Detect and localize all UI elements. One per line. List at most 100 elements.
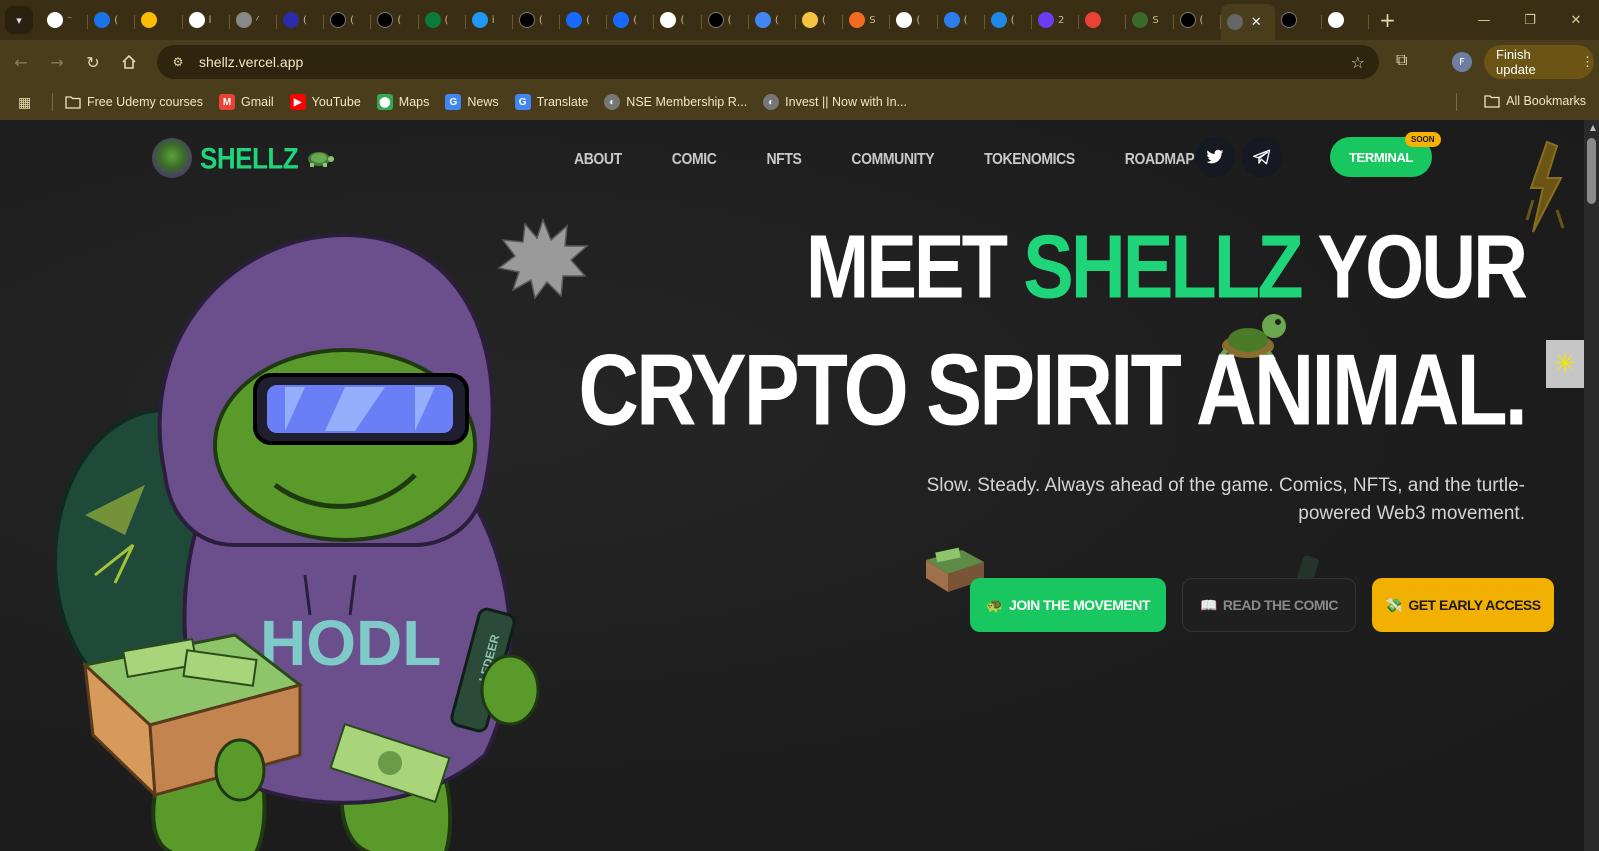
book-icon: 📖 <box>1199 596 1217 613</box>
scroll-thumb[interactable] <box>1587 138 1596 204</box>
all-bookmarks-button[interactable]: All Bookmarks <box>1484 93 1586 109</box>
tab[interactable] <box>1275 4 1323 36</box>
divider <box>52 93 53 111</box>
extensions-icon[interactable]: ⧉ <box>1396 50 1407 70</box>
tab[interactable]: ( <box>419 4 466 36</box>
join-movement-button[interactable]: 🐢 JOIN THE MOVEMENT <box>970 578 1166 632</box>
sparkle-icon[interactable]: ✳ <box>1546 340 1584 388</box>
tab[interactable]: ( <box>890 4 938 36</box>
tab-title: ( <box>774 14 779 26</box>
google-drive-icon <box>141 12 158 28</box>
reload-button[interactable]: ↻ <box>78 47 108 77</box>
tab[interactable]: ( <box>277 4 325 36</box>
google-icon <box>1327 12 1344 28</box>
home-button[interactable] <box>114 47 144 77</box>
pin-icon <box>471 12 488 28</box>
early-access-button[interactable]: 💸 GET EARLY ACCESS <box>1372 578 1554 632</box>
bookmark-item[interactable]: G Translate <box>514 94 588 110</box>
close-window-button[interactable]: ✕ <box>1553 0 1599 40</box>
maximize-button[interactable]: ❐ <box>1507 0 1553 40</box>
tab[interactable]: ( <box>749 4 797 36</box>
tab[interactable]: 2 <box>1032 4 1080 36</box>
telegram-button[interactable] <box>1242 137 1282 177</box>
tab-title: ⁄ <box>255 14 258 26</box>
tab[interactable]: ⁻ <box>41 4 89 36</box>
url-text[interactable]: shellz.vercel.app <box>199 54 303 70</box>
tab[interactable]: ( <box>324 4 372 36</box>
new-tab-button[interactable]: + <box>1379 8 1396 32</box>
behance-icon <box>566 12 583 28</box>
tab[interactable]: ( <box>938 4 985 36</box>
bookmark-item[interactable]: ◐ NSE Membership R... <box>604 94 747 110</box>
tab-title: ( <box>633 14 638 26</box>
nav-link-comic[interactable]: COMIC <box>672 149 717 167</box>
apps-grid-icon[interactable]: ▦ <box>18 94 38 111</box>
forward-button[interactable]: → <box>42 47 72 77</box>
hero-title-accent: SHELLZ <box>1023 217 1304 318</box>
arrow-left-icon: ← <box>14 52 28 72</box>
tab[interactable] <box>1322 4 1370 36</box>
bookmark-label: Gmail <box>241 95 274 109</box>
tab-title: S <box>1152 14 1159 26</box>
bookmark-label: Maps <box>398 95 430 109</box>
lightning-icon <box>1525 140 1565 233</box>
bookmark-item[interactable]: G News <box>445 94 499 110</box>
close-tab-icon[interactable]: ✕ <box>1251 15 1262 30</box>
logo-badge-image <box>152 138 192 178</box>
tab[interactable]: ( <box>371 4 419 36</box>
tab[interactable]: ( <box>1174 4 1221 36</box>
nav-link-tokenomics[interactable]: TOKENOMICS <box>984 149 1075 167</box>
globe-icon: ◐ <box>604 94 621 110</box>
nav-link-roadmap[interactable]: ROADMAP <box>1125 149 1195 167</box>
bookmark-item[interactable]: ◐ Invest || Now with In... <box>763 94 907 110</box>
triangle-icon <box>377 12 394 28</box>
tab[interactable]: ( <box>796 4 844 36</box>
tab[interactable]: l <box>183 4 230 36</box>
scroll-up-icon[interactable]: ▲ <box>1590 123 1596 132</box>
tab[interactable]: ( <box>513 4 561 36</box>
tab[interactable]: ( <box>88 4 136 36</box>
text-icon <box>235 12 252 28</box>
finish-update-button[interactable]: Finish update ⋮ <box>1484 45 1594 79</box>
minimize-button[interactable]: — <box>1461 0 1507 40</box>
site-info-icon[interactable]: ⚙ <box>169 53 187 71</box>
profile-avatar[interactable]: F <box>1452 52 1472 72</box>
tab-title: ( <box>1199 14 1204 26</box>
twitter-button[interactable] <box>1195 137 1235 177</box>
tab[interactable]: ( <box>607 4 655 36</box>
tab[interactable]: ( <box>702 4 750 36</box>
tab[interactable]: S <box>843 4 891 36</box>
tab[interactable]: ( <box>560 4 608 36</box>
tab[interactable] <box>1079 4 1127 36</box>
news-icon: G <box>445 94 462 110</box>
tab[interactable] <box>135 4 183 36</box>
tab[interactable]: ⁄ <box>230 4 278 36</box>
mascot-illustration: HODL LEDEER <box>55 232 540 851</box>
nav-link-about[interactable]: ABOUT <box>574 149 622 167</box>
tab[interactable]: ( <box>985 4 1033 36</box>
tab[interactable]: ( <box>654 4 702 36</box>
bookmark-item[interactable]: ▶ YouTube <box>289 94 361 110</box>
read-comic-button[interactable]: 📖 READ THE COMIC <box>1182 578 1356 632</box>
triangle-icon <box>518 12 535 28</box>
nav-link-community[interactable]: COMMUNITY <box>851 149 934 167</box>
page-scrollbar[interactable]: ▲ <box>1584 120 1599 851</box>
browser-toolbar: ← → ↻ ⚙ shellz.vercel.app ☆ ⧉ F Finish u… <box>0 40 1599 84</box>
site-logo[interactable]: SHELLZ <box>152 138 335 178</box>
bookmark-item[interactable]: Free Udemy courses <box>65 94 203 110</box>
bookmark-star-icon[interactable]: ☆ <box>1351 53 1365 72</box>
address-bar[interactable]: ⚙ shellz.vercel.app ☆ <box>157 45 1379 79</box>
early-access-label: GET EARLY ACCESS <box>1408 597 1541 613</box>
nav-link-nfts[interactable]: NFTS <box>766 149 801 167</box>
bookmark-item[interactable]: M Gmail <box>219 94 274 110</box>
tab[interactable]: i <box>466 4 514 36</box>
s-icon <box>849 12 866 28</box>
tab[interactable]: S <box>1126 4 1174 36</box>
tab-title: ( <box>114 14 119 26</box>
tab-active[interactable]: ✕ <box>1220 4 1275 40</box>
hodl-text: HODL <box>260 607 441 679</box>
tab-search-button[interactable]: ▾ <box>5 6 33 34</box>
back-button[interactable]: ← <box>6 47 36 77</box>
bookmark-item[interactable]: ⬤ Maps <box>376 94 430 110</box>
gmail-icon: M <box>219 94 236 110</box>
